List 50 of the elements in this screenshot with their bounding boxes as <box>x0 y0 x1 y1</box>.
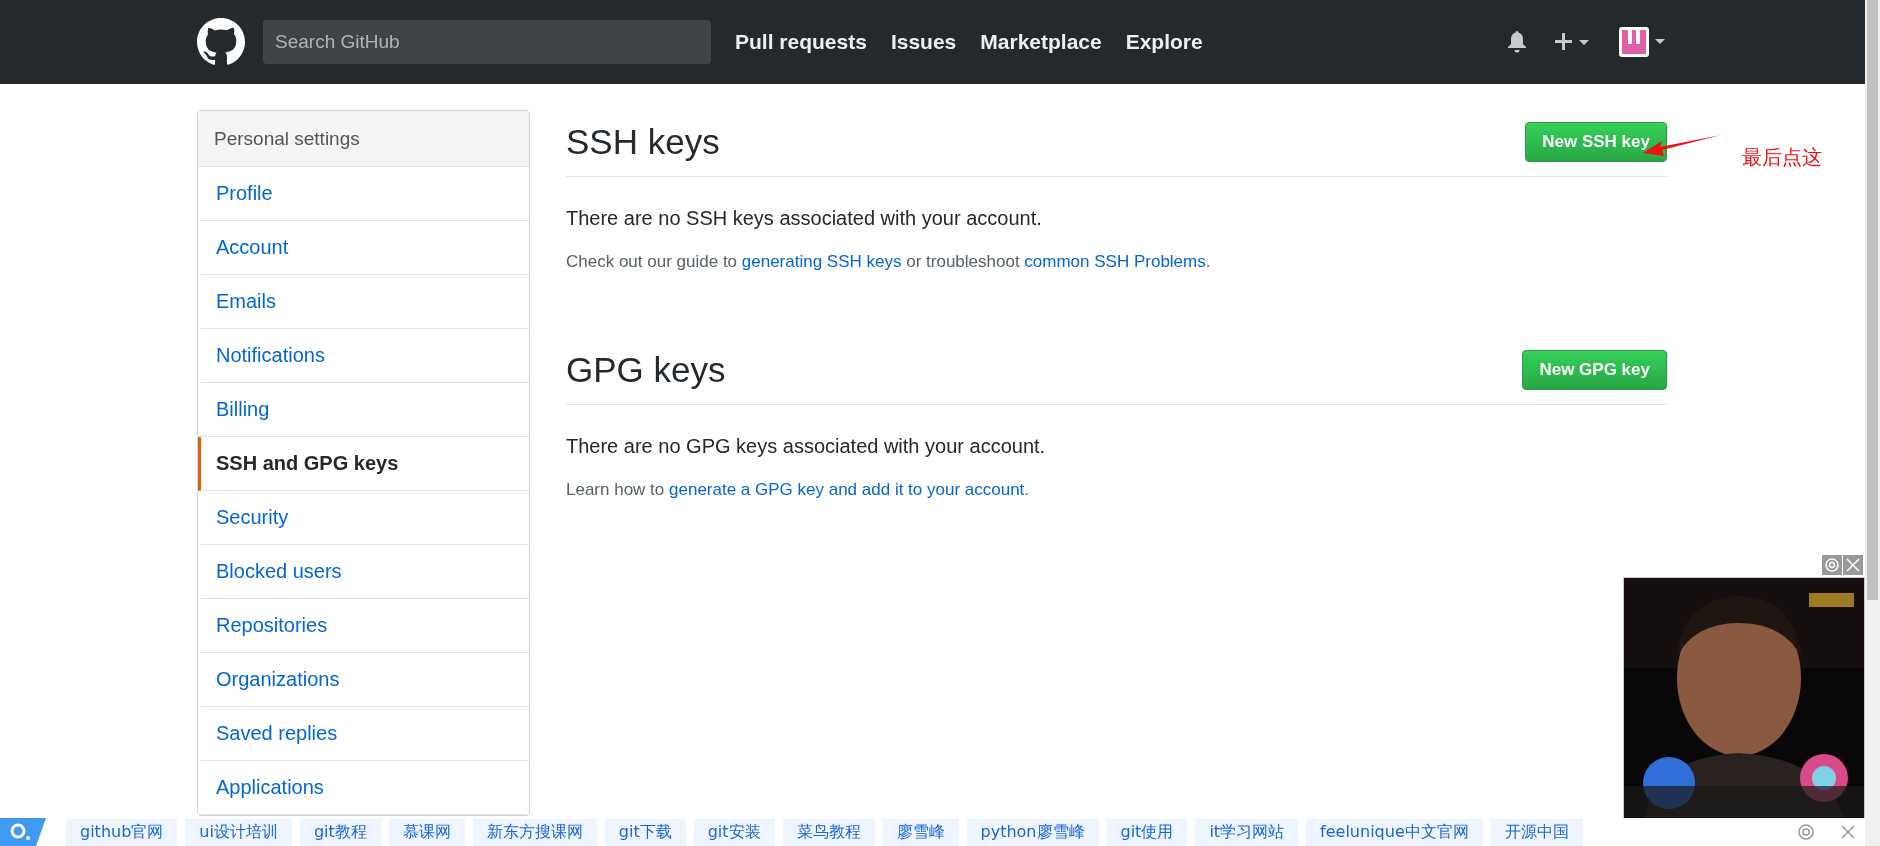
logo-icon[interactable] <box>197 18 245 66</box>
bookmark-link[interactable]: git下载 <box>604 818 686 846</box>
settings-icon[interactable] <box>1797 823 1815 841</box>
annotation-text: 最后点这 <box>1742 144 1822 171</box>
scrollbar[interactable] <box>1865 0 1880 846</box>
empty-message: There are no SSH keys associated with your account. <box>566 207 1043 230</box>
help-link[interactable]: common SSH Problems <box>1024 252 1206 271</box>
help-link[interactable]: generating SSH keys <box>741 252 902 271</box>
bookmark-link[interactable]: 廖雪峰 <box>882 818 959 846</box>
bookmark-link[interactable]: feelunique中文官网 <box>1306 818 1483 846</box>
menu-item[interactable]: Billing <box>198 383 529 437</box>
bookmark-link[interactable]: github官网 <box>66 818 178 846</box>
section-title: GPG keys <box>566 350 726 390</box>
bookmark-link[interactable]: git使用 <box>1106 818 1188 846</box>
bookmark-link[interactable]: ui设计培训 <box>185 818 292 846</box>
menu-item[interactable]: Notifications <box>198 329 529 383</box>
help-text: Learn how to generate a GPG key and add it to your account. <box>566 480 1031 500</box>
bookmark-link[interactable]: 慕课网 <box>388 818 465 846</box>
menu-item[interactable]: Blocked users <box>198 545 529 599</box>
bookmark-link[interactable]: 新东方搜课网 <box>472 818 597 846</box>
bookmark-link[interactable]: git安装 <box>693 818 775 846</box>
section-title: SSH keys <box>566 122 720 162</box>
bookmark-link[interactable]: it学习网站 <box>1195 818 1299 846</box>
search-field[interactable]: Search GitHub <box>263 20 711 64</box>
menu-item[interactable]: Repositories <box>198 599 529 653</box>
menu-item[interactable]: Applications <box>198 761 529 815</box>
menu-item[interactable]: Emails <box>198 275 529 329</box>
menu-item[interactable]: Saved replies <box>198 707 529 761</box>
bookmark-link[interactable]: git教程 <box>299 818 381 846</box>
empty-message: There are no GPG keys associated with your account. <box>566 435 1047 458</box>
nav-link[interactable]: Pull requests <box>735 30 867 54</box>
menu-item[interactable]: Security <box>198 491 529 545</box>
help-text: Check out our guide to generating SSH keys or troubleshoot common SSH Problems. <box>566 252 1212 272</box>
settings-icon[interactable] <box>1822 555 1842 575</box>
menu-heading: Personal settings <box>198 111 529 167</box>
help-link[interactable]: generate a GPG key and add it to your account <box>669 480 1025 499</box>
menu-item[interactable]: Profile <box>198 167 529 221</box>
nav-link[interactable]: Issues <box>890 30 957 54</box>
menu-item[interactable]: Account <box>198 221 529 275</box>
bookmark-link[interactable]: 菜鸟教程 <box>782 818 875 846</box>
close-icon[interactable] <box>1841 825 1855 839</box>
bookmark-link[interactable]: 开源中国 <box>1490 818 1583 846</box>
bell-icon[interactable] <box>1507 31 1527 53</box>
menu-item[interactable]: Organizations <box>198 653 529 707</box>
close-icon[interactable] <box>1843 555 1863 575</box>
nav-link[interactable]: Marketplace <box>980 30 1102 54</box>
menu-item[interactable]: SSH and GPG keys <box>198 437 529 491</box>
nav-link[interactable]: Explore <box>1125 30 1203 54</box>
bookmark-link[interactable]: python廖雪峰 <box>966 818 1099 846</box>
avatar-dropdown-icon[interactable] <box>1619 27 1667 57</box>
